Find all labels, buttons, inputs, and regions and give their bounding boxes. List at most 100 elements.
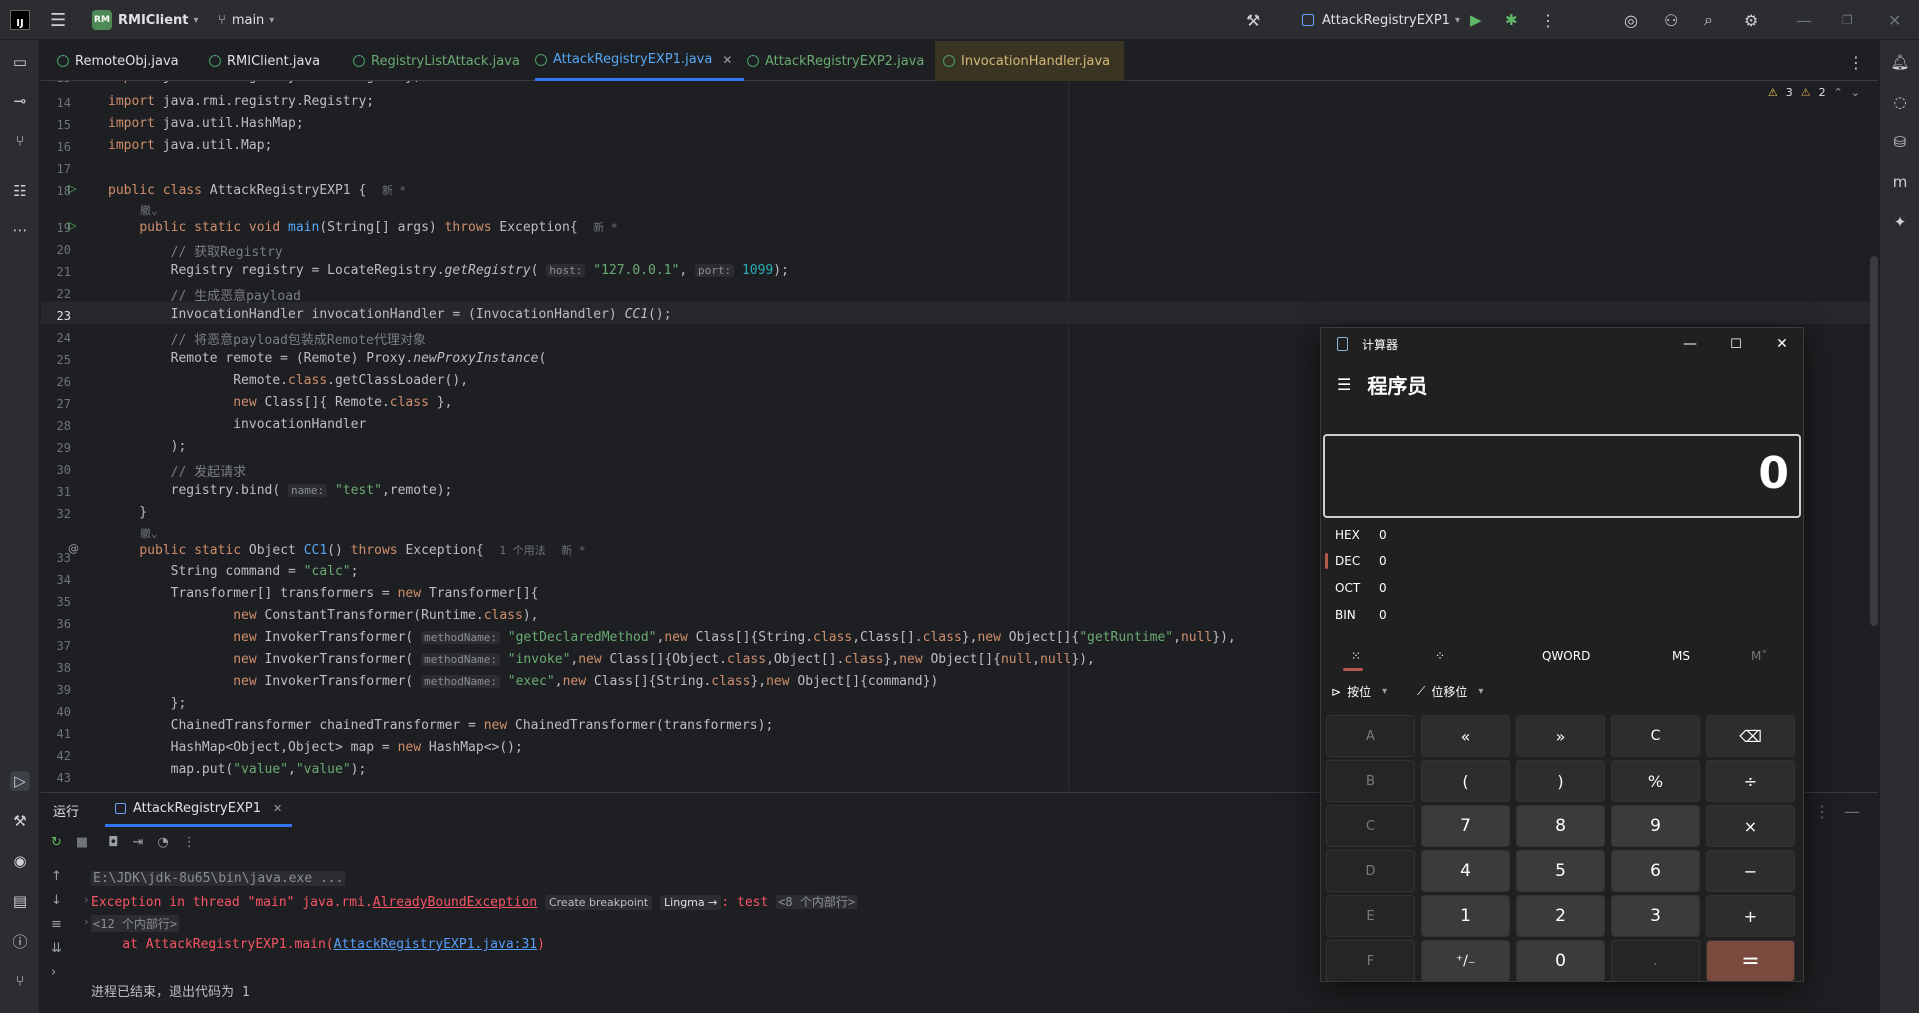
- run-tool-icon[interactable]: ▷: [10, 771, 30, 791]
- key-3[interactable]: 3: [1611, 895, 1700, 937]
- tab-registrylistattack[interactable]: RegistryListAttack.java: [353, 41, 520, 81]
- ai-chat-icon[interactable]: ◌: [1890, 92, 1910, 112]
- project-selector[interactable]: RM RMIClient ▾: [92, 0, 199, 40]
- services-icon[interactable]: ◉: [10, 851, 30, 871]
- key-backspace[interactable]: ⌫: [1706, 715, 1795, 757]
- key-shift-left[interactable]: «: [1421, 715, 1510, 757]
- key-divide[interactable]: ÷: [1706, 760, 1795, 802]
- build-hammer-icon[interactable]: ⚒: [1246, 0, 1260, 40]
- key-2[interactable]: 2: [1516, 895, 1605, 937]
- tab-attackregistryexp2[interactable]: AttackRegistryEXP2.java: [747, 41, 924, 81]
- expand-icon[interactable]: ›: [83, 893, 90, 906]
- settings-gear-icon[interactable]: ⚙: [1744, 0, 1758, 40]
- database-icon[interactable]: ⛁: [1890, 132, 1910, 152]
- debug-icon[interactable]: ✱: [1505, 0, 1518, 40]
- word-size-button[interactable]: QWORD: [1542, 649, 1590, 663]
- key-modulo[interactable]: %: [1611, 760, 1700, 802]
- key-1[interactable]: 1: [1421, 895, 1510, 937]
- key-add[interactable]: +: [1706, 895, 1795, 937]
- key-8[interactable]: 8: [1516, 805, 1605, 847]
- run-gutter-icon[interactable]: ▷: [68, 219, 76, 232]
- restore-icon[interactable]: ❐: [1842, 0, 1853, 40]
- base-row-bin[interactable]: BIN 0: [1335, 608, 1387, 622]
- key-subtract[interactable]: −: [1706, 850, 1795, 892]
- structure-icon[interactable]: ☷: [10, 181, 30, 201]
- create-breakpoint-button[interactable]: Create breakpoint: [544, 895, 653, 910]
- scroll-to-end-icon[interactable]: ⇊: [51, 941, 62, 956]
- key-decimal[interactable]: .: [1611, 940, 1700, 982]
- maven-icon[interactable]: m: [1890, 172, 1910, 192]
- pull-requests-icon[interactable]: ⑂: [10, 131, 30, 151]
- hamburger-menu-icon[interactable]: ☰: [1337, 375, 1351, 394]
- key-4[interactable]: 4: [1421, 850, 1510, 892]
- scroll-down-icon[interactable]: ↓: [51, 893, 62, 908]
- main-menu-icon[interactable]: ☰: [50, 0, 66, 40]
- key-negate[interactable]: ⁺∕₋: [1421, 940, 1510, 982]
- soft-wrap-icon[interactable]: ≡: [51, 917, 62, 932]
- bitshift-dropdown[interactable]: ⟋ 位移位 ▾: [1417, 683, 1483, 700]
- git-icon[interactable]: ⑂: [10, 971, 30, 991]
- project-folder-icon[interactable]: ▭: [10, 52, 30, 72]
- key-close-paren[interactable]: ): [1516, 760, 1605, 802]
- key-hex-c[interactable]: C: [1326, 805, 1415, 847]
- tab-invocationhandler[interactable]: InvocationHandler.java: [935, 41, 1125, 81]
- minimize-icon[interactable]: —: [1667, 328, 1713, 360]
- internal-lines-fold[interactable]: <12 个内部行>: [91, 915, 180, 932]
- more-tools-icon[interactable]: ⋯: [10, 220, 30, 240]
- bit-toggle-keypad-icon[interactable]: ⁘: [1435, 649, 1445, 663]
- scroll-up-icon[interactable]: ↑: [51, 869, 62, 884]
- export-icon[interactable]: ⇥: [133, 835, 144, 850]
- key-hex-a[interactable]: A: [1326, 715, 1415, 757]
- build-tool-icon[interactable]: ⚒: [10, 811, 30, 831]
- hide-panel-icon[interactable]: —: [1844, 802, 1860, 821]
- more-options-icon[interactable]: ⋮: [1814, 802, 1830, 821]
- key-5[interactable]: 5: [1516, 850, 1605, 892]
- exception-class-link[interactable]: AlreadyBoundException: [373, 895, 537, 910]
- commit-icon[interactable]: ⊸: [10, 91, 30, 111]
- minimize-icon[interactable]: —: [1796, 0, 1812, 40]
- key-hex-e[interactable]: E: [1326, 895, 1415, 937]
- base-row-oct[interactable]: OCT 0: [1335, 581, 1387, 595]
- key-hex-b[interactable]: B: [1326, 760, 1415, 802]
- key-multiply[interactable]: ×: [1706, 805, 1795, 847]
- tab-overflow-icon[interactable]: ⋮: [1848, 53, 1864, 72]
- notifications-icon[interactable]: 🔔︎: [1890, 52, 1910, 72]
- close-tab-icon[interactable]: ✕: [722, 53, 732, 67]
- lingma-button[interactable]: Lingma →: [660, 895, 722, 910]
- more-icon[interactable]: ⋮: [183, 835, 196, 850]
- terminal-icon[interactable]: ▤: [10, 891, 30, 911]
- internal-lines-fold[interactable]: <8 个内部行>: [776, 895, 858, 909]
- key-open-paren[interactable]: (: [1421, 760, 1510, 802]
- close-icon[interactable]: ✕: [1759, 328, 1805, 360]
- base-row-hex[interactable]: HEX 0: [1335, 528, 1387, 542]
- close-icon[interactable]: ✕: [1888, 0, 1901, 40]
- bitwise-dropdown[interactable]: ⊳ 按位 ▾: [1331, 683, 1387, 700]
- key-shift-right[interactable]: »: [1516, 715, 1605, 757]
- maximize-icon[interactable]: ☐: [1713, 328, 1759, 360]
- key-0[interactable]: 0: [1516, 940, 1605, 982]
- editor-scrollbar[interactable]: [1870, 256, 1878, 626]
- memory-recall-button[interactable]: M˅: [1751, 649, 1767, 663]
- console-command[interactable]: E:\JDK\jdk-8u65\bin\java.exe ...: [91, 871, 346, 886]
- base-row-dec[interactable]: DEC 0: [1335, 554, 1387, 568]
- key-hex-f[interactable]: F: [1326, 940, 1415, 982]
- memory-store-button[interactable]: MS: [1672, 649, 1690, 663]
- key-9[interactable]: 9: [1611, 805, 1700, 847]
- search-icon[interactable]: ⌕: [1704, 0, 1713, 40]
- key-hex-d[interactable]: D: [1326, 850, 1415, 892]
- run-icon[interactable]: ▶: [1470, 0, 1482, 40]
- branch-selector[interactable]: ⑂ main ▾: [218, 0, 274, 40]
- expand-icon[interactable]: ›: [83, 915, 90, 928]
- key-7[interactable]: 7: [1421, 805, 1510, 847]
- run-config-selector[interactable]: AttackRegistryEXP1 ▾: [1302, 0, 1460, 40]
- restore-layout-icon[interactable]: ◔: [157, 835, 168, 850]
- tab-rmiclient[interactable]: RMIClient.java: [209, 41, 320, 81]
- expand-icon[interactable]: ›: [51, 965, 56, 980]
- lingma-icon[interactable]: ✦: [1890, 212, 1910, 232]
- tab-attackregistryexp1[interactable]: AttackRegistryEXP1.java ✕: [535, 41, 745, 81]
- run-gutter-icon[interactable]: ▷: [68, 182, 76, 195]
- implementation-gutter-icon[interactable]: @: [68, 542, 79, 555]
- key-6[interactable]: 6: [1611, 850, 1700, 892]
- tab-run-config[interactable]: AttackRegistryEXP1 ✕: [105, 793, 293, 827]
- screenshot-icon[interactable]: ◘: [108, 835, 118, 850]
